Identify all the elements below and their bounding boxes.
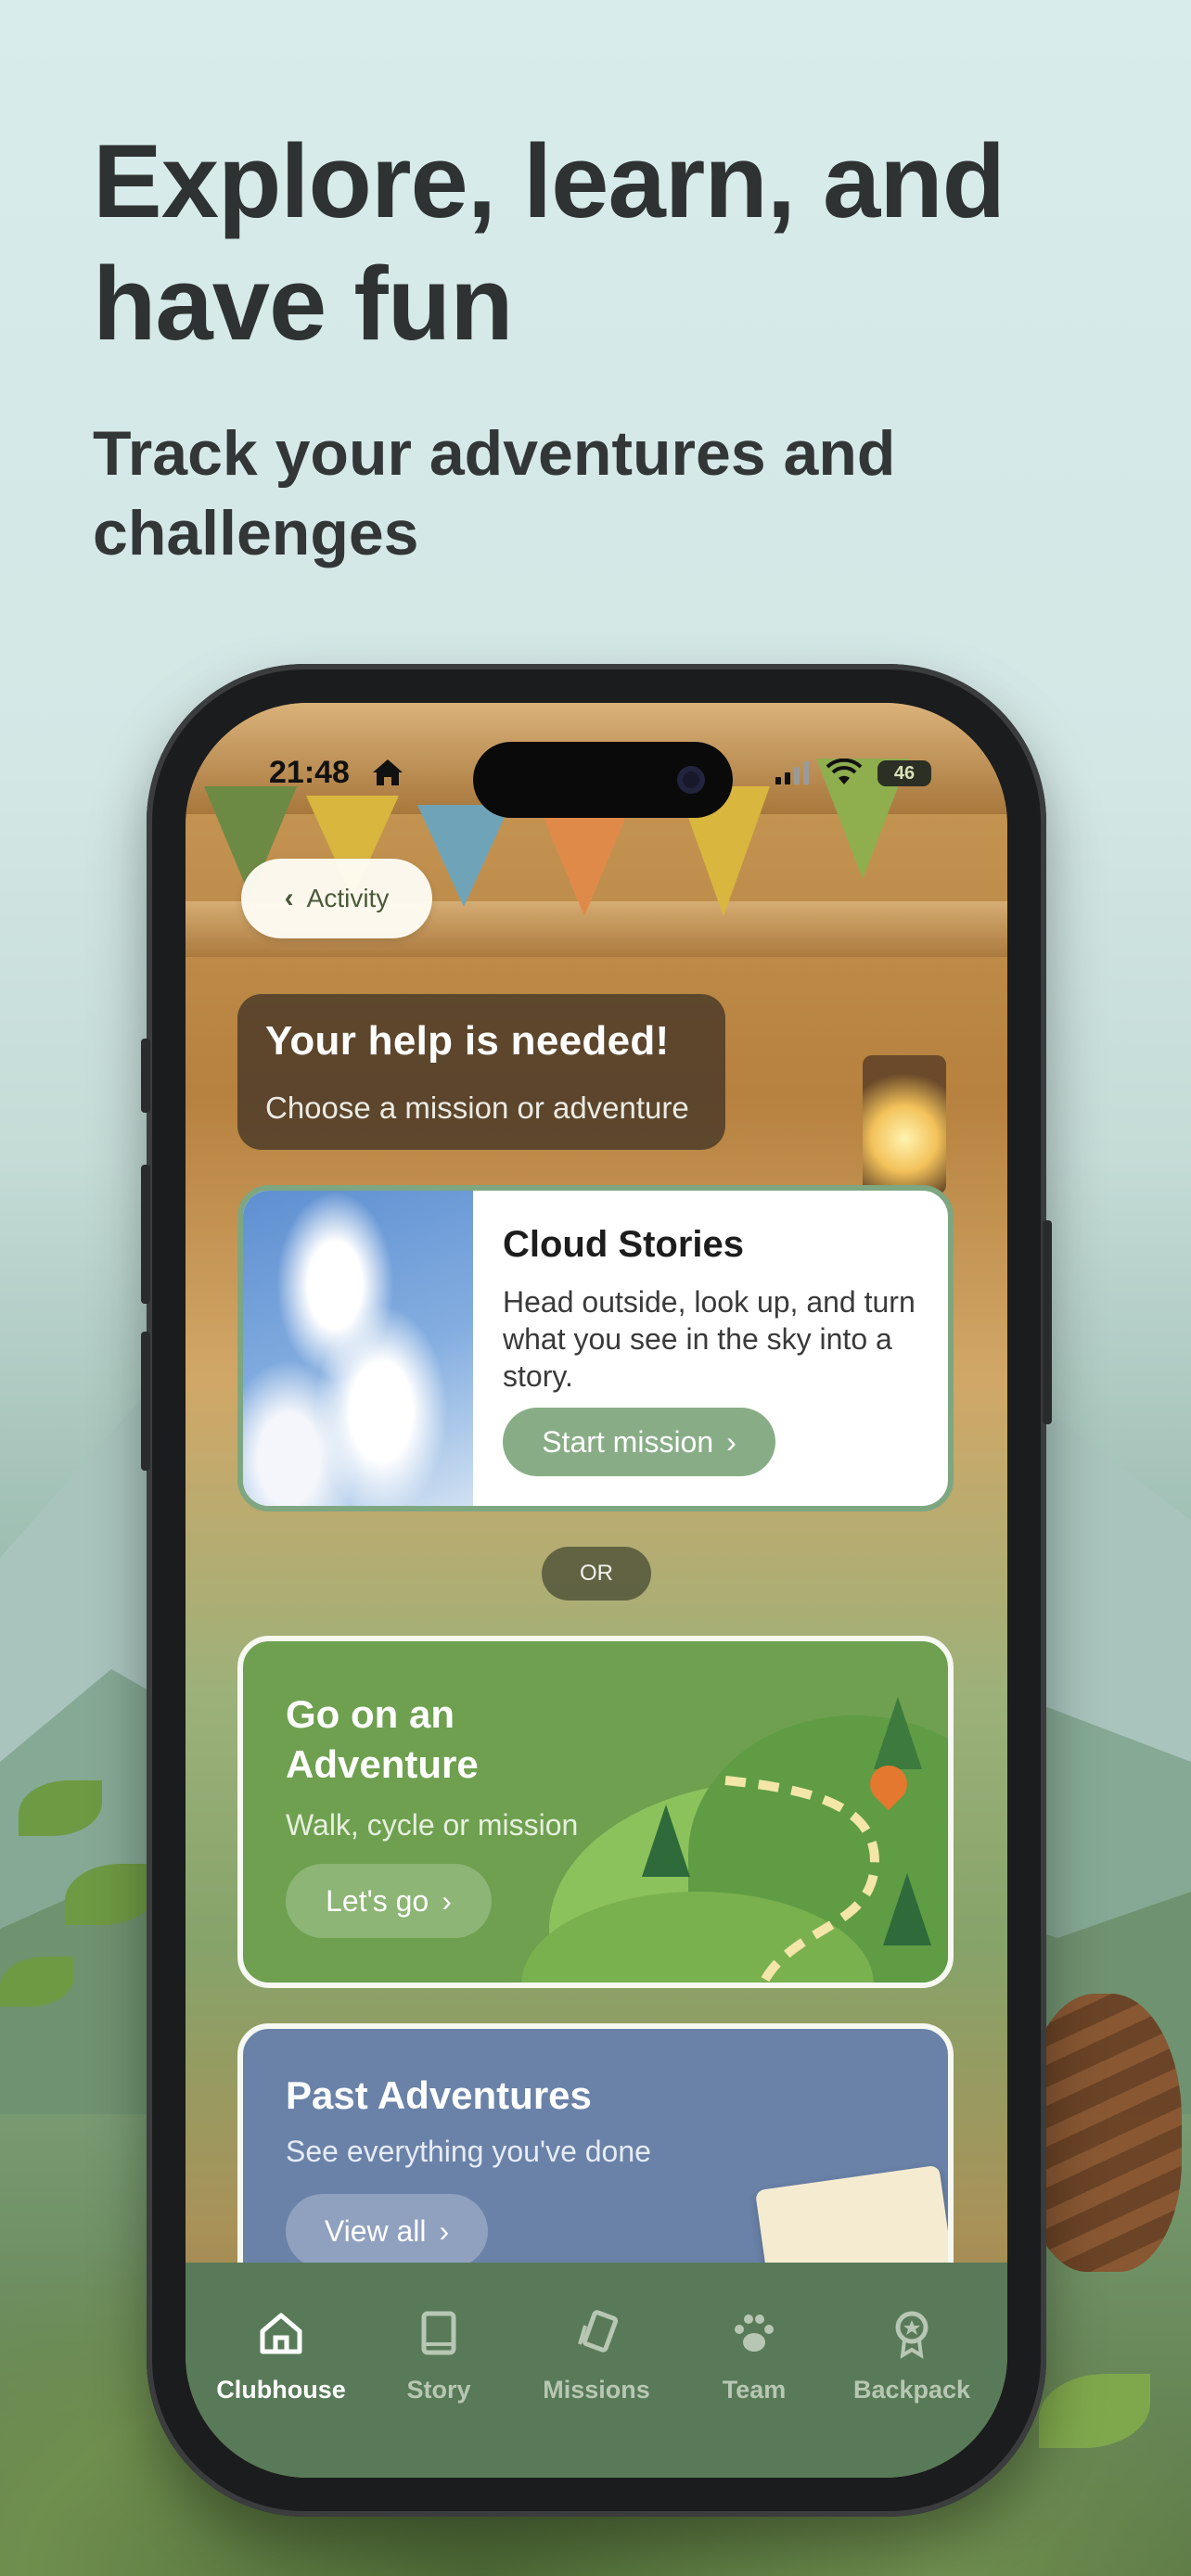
mission-card[interactable]: Cloud Stories Head outside, look up, and… — [237, 1185, 954, 1511]
view-all-button[interactable]: View all › — [286, 2194, 488, 2268]
battery-indicator: 46 — [877, 760, 931, 786]
pinecone-decoration — [1024, 1994, 1182, 2272]
lantern-illustration — [863, 1055, 946, 1194]
start-mission-label: Start mission — [542, 1424, 714, 1459]
hero-subtitle: Track your adventures and challenges — [93, 418, 896, 568]
phone-side-button — [1043, 1220, 1052, 1424]
tab-missions[interactable]: Missions — [518, 2263, 675, 2448]
paw-icon — [735, 2315, 774, 2352]
tab-clubhouse[interactable]: Clubhouse — [202, 2263, 360, 2448]
home-status-icon — [373, 759, 403, 785]
lets-go-label: Let's go — [326, 1883, 429, 1918]
help-banner-subtitle: Choose a mission or adventure — [265, 1090, 689, 1125]
phone-side-button — [141, 1332, 150, 1471]
adventure-subtitle: Walk, cycle or mission — [286, 1808, 579, 1842]
mission-description: Head outside, look up, and turn what you… — [503, 1285, 916, 1393]
tab-label: Clubhouse — [216, 2376, 346, 2404]
phone-frame: 21:48 46 ‹ Activity Your help is needed! — [141, 664, 1052, 2517]
help-banner: Your help is needed! Choose a mission or… — [237, 994, 725, 1150]
book-icon — [421, 2311, 456, 2355]
app-screen: 21:48 46 ‹ Activity Your help is needed! — [186, 703, 1007, 2478]
tree-illustration — [874, 1697, 922, 1769]
help-banner-title: Your help is needed! — [265, 1018, 670, 1064]
tab-backpack[interactable]: Backpack — [833, 2263, 991, 2448]
tab-bar: Clubhouse Story Missions Team Backpack — [186, 2263, 1007, 2478]
mission-title: Cloud Stories — [503, 1224, 745, 1265]
dynamic-island — [473, 742, 733, 818]
tab-label: Story — [406, 2376, 471, 2404]
tab-label: Missions — [543, 2376, 650, 2404]
cloud-sky-image — [243, 1191, 473, 1506]
adventure-card[interactable]: Go on an Adventure Walk, cycle or missio… — [237, 1636, 954, 1988]
lets-go-button[interactable]: Let's go › — [286, 1864, 492, 1938]
cards-icon — [578, 2310, 619, 2353]
tab-team[interactable]: Team — [675, 2263, 833, 2448]
start-mission-button[interactable]: Start mission › — [503, 1408, 775, 1476]
hero-title: Explore, learn, and have fun — [93, 123, 1005, 362]
past-adventures-title: Past Adventures — [286, 2073, 592, 2117]
phone-side-button — [141, 1039, 150, 1113]
status-time: 21:48 — [269, 755, 350, 790]
tab-label: Team — [722, 2376, 787, 2404]
badge-icon — [895, 2311, 928, 2359]
tab-label: Backpack — [852, 2376, 971, 2404]
signal-icon — [775, 761, 809, 784]
tree-illustration — [642, 1804, 690, 1877]
wifi-icon — [826, 759, 863, 784]
home-icon — [260, 2313, 302, 2354]
view-all-label: View all — [324, 2213, 427, 2248]
chevron-left-icon: ‹ — [284, 883, 294, 913]
back-button-label: Activity — [306, 884, 390, 912]
past-adventures-subtitle: See everything you've done — [286, 2135, 651, 2168]
chevron-right-icon: › — [439, 2213, 450, 2248]
or-divider: OR — [542, 1547, 651, 1600]
bunting-flag — [538, 805, 631, 916]
phone-side-button — [141, 1165, 150, 1304]
chevron-right-icon: › — [442, 1883, 452, 1918]
back-button[interactable]: ‹ Activity — [241, 859, 432, 938]
adventure-title: Go on an Adventure — [286, 1692, 479, 1786]
tree-illustration — [883, 1873, 931, 1945]
tab-story[interactable]: Story — [360, 2263, 518, 2448]
chevron-right-icon: › — [726, 1424, 736, 1459]
camera-dot — [677, 766, 705, 794]
